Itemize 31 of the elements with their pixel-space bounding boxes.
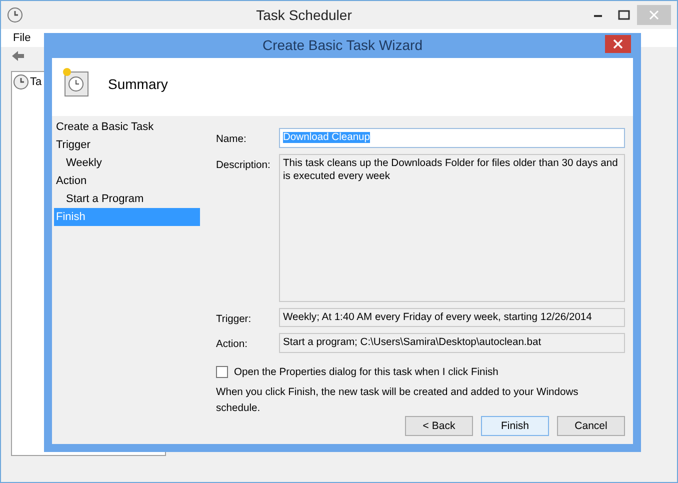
tree-item[interactable]: Ta [30, 74, 42, 90]
menu-item[interactable]: File [13, 30, 31, 46]
clock-icon [7, 7, 23, 23]
summary-field[interactable]: Weekly; At 1:40 AM every Friday of every week, starting 12/26/2014 [279, 308, 625, 328]
close-icon [649, 10, 659, 20]
wizard-step[interactable]: Start a Program [54, 190, 200, 208]
back-arrow-icon[interactable] [11, 50, 25, 62]
checkbox[interactable] [216, 366, 228, 378]
clock-icon [13, 74, 29, 90]
field-label: Trigger: [216, 312, 252, 327]
dialog-button[interactable]: Cancel [557, 416, 625, 436]
page-heading: Summary [108, 74, 168, 94]
maximize-icon [618, 10, 630, 20]
wizard-step[interactable]: Weekly [54, 154, 200, 172]
close-button[interactable] [605, 35, 631, 53]
wizard-step[interactable]: Create a Basic Task [54, 118, 200, 136]
field-label: Name: [216, 133, 248, 148]
field-label: Action: [216, 338, 248, 352]
wizard-step[interactable]: Trigger [54, 136, 200, 154]
window-title: Task Scheduler [255, 6, 353, 24]
calendar-clock-icon [60, 66, 90, 98]
dialog-title: Create Basic Task Wizard [262, 36, 422, 55]
description-field[interactable]: This task cleans up the Downloads Folder for files older than 30 days and is executed every week [279, 154, 625, 302]
field-label: Description: [216, 158, 272, 173]
info-text: When you click Finish, the new task will be created and added to your Windows schedule. [216, 386, 580, 416]
dialog-button[interactable]: Finish [481, 416, 549, 436]
wizard-step[interactable]: Action [54, 172, 200, 190]
summary-field[interactable]: Start a program; C:\Users\Samira\Desktop\autoclean.bat [279, 333, 625, 353]
checkbox-label[interactable]: Open the Properties dialog for this task when I click Finish [234, 364, 498, 380]
dialog-button[interactable]: < Back [405, 416, 473, 436]
close-icon [613, 39, 623, 49]
